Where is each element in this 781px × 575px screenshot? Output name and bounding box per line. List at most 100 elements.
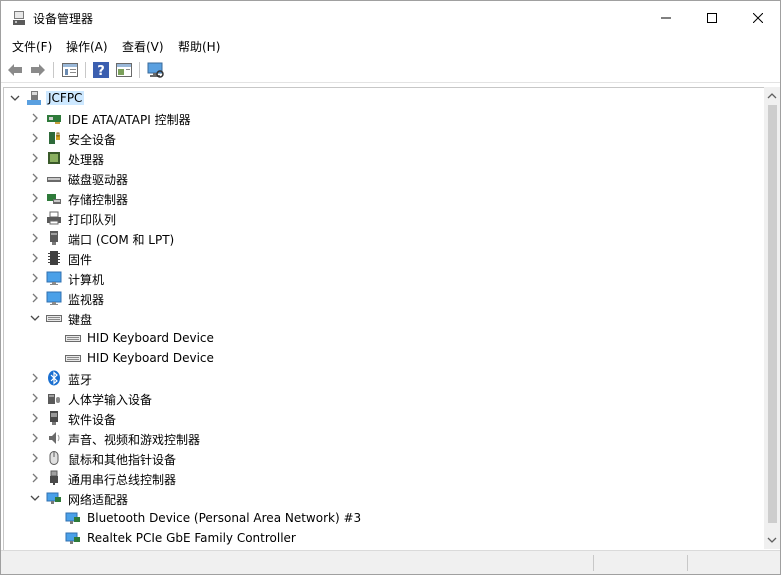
- tree-item-computer[interactable]: 计算机: [4, 268, 764, 288]
- tree-item-firmware[interactable]: 固件: [4, 248, 764, 268]
- chevron-right-icon[interactable]: [30, 213, 40, 223]
- tree-item-storage[interactable]: 存储控制器: [4, 188, 764, 208]
- chevron-right-icon[interactable]: [30, 393, 40, 403]
- status-bar: [1, 550, 780, 574]
- root-label[interactable]: JCFPC: [46, 91, 85, 105]
- tree-item-monitor[interactable]: 监视器: [4, 288, 764, 308]
- properties-pane-icon[interactable]: [61, 61, 79, 79]
- title-bar[interactable]: 设备管理器: [1, 1, 780, 34]
- tree-item-label: 人体学输入设备: [68, 393, 153, 407]
- help-icon[interactable]: ?: [92, 61, 110, 79]
- tree-item-printer[interactable]: 打印队列: [4, 208, 764, 228]
- minimize-icon: [661, 17, 671, 18]
- chevron-right-icon[interactable]: [30, 453, 40, 463]
- menu-file[interactable]: 文件(F): [12, 38, 52, 55]
- tree-root[interactable]: JCFPC: [4, 88, 764, 108]
- tree-child-keyboard-1[interactable]: HID Keyboard Device: [4, 328, 764, 348]
- device-tree[interactable]: JCFPC IDE ATA/ATAPI 控制器 安全设备 处理器 磁盘驱动器 存…: [3, 87, 764, 551]
- vertical-scrollbar[interactable]: [764, 87, 780, 549]
- chevron-right-icon[interactable]: [30, 293, 40, 303]
- menu-bar: 文件(F) 操作(A) 查看(V) 帮助(H): [1, 35, 780, 57]
- window-title: 设备管理器: [33, 12, 94, 26]
- tree-child-label: Bluetooth Device (Personal Area Network)…: [87, 511, 362, 525]
- tree-item-mouse[interactable]: 鼠标和其他指针设备: [4, 448, 764, 468]
- chevron-right-icon[interactable]: [30, 413, 40, 423]
- tree-item-security[interactable]: 安全设备: [4, 128, 764, 148]
- chevron-down-icon[interactable]: [30, 313, 40, 323]
- toolbar-separator: [85, 62, 86, 78]
- tree-item-label: 磁盘驱动器: [68, 173, 129, 187]
- forward-arrow-icon[interactable]: [29, 61, 47, 79]
- chevron-down-icon[interactable]: [10, 93, 20, 103]
- chevron-right-icon[interactable]: [30, 193, 40, 203]
- chevron-right-icon[interactable]: [30, 233, 40, 243]
- minimize-button[interactable]: [643, 1, 689, 34]
- tree-item-sound[interactable]: 声音、视频和游戏控制器: [4, 428, 764, 448]
- tree-child-label: Realtek PCIe GbE Family Controller: [87, 531, 296, 545]
- chevron-right-icon[interactable]: [30, 373, 40, 383]
- tree-item-port[interactable]: 端口 (COM 和 LPT): [4, 228, 764, 248]
- tree-item-label: 网络适配器: [68, 493, 129, 507]
- tree-child-label: HID Keyboard Device: [87, 331, 214, 345]
- chevron-right-icon[interactable]: [30, 253, 40, 263]
- maximize-button[interactable]: [689, 1, 735, 34]
- network-adapter-icon: [65, 532, 80, 544]
- tree-item-label: 声音、视频和游戏控制器: [68, 433, 201, 447]
- scan-view-icon[interactable]: [115, 61, 133, 79]
- security-device-icon: [49, 132, 60, 144]
- tree-item-processor[interactable]: 处理器: [4, 148, 764, 168]
- menu-action[interactable]: 操作(A): [66, 38, 108, 55]
- tree-item-label: 打印队列: [68, 213, 117, 227]
- status-divider: [687, 555, 688, 571]
- tree-child-network-2[interactable]: Realtek PCIe GbE Family Controller: [4, 528, 764, 548]
- chevron-right-icon[interactable]: [30, 433, 40, 443]
- scroll-up-icon[interactable]: [767, 92, 777, 100]
- chevron-right-icon[interactable]: [30, 153, 40, 163]
- tree-item-bluetooth[interactable]: 蓝牙: [4, 368, 764, 388]
- maximize-icon: [707, 12, 717, 23]
- disk-drive-icon: [47, 177, 61, 182]
- tree-item-label: 蓝牙: [68, 373, 93, 387]
- menu-help[interactable]: 帮助(H): [178, 38, 220, 55]
- network-adapter-icon: [65, 512, 80, 524]
- computer-icon: [46, 271, 62, 285]
- chevron-right-icon[interactable]: [30, 273, 40, 283]
- back-arrow-icon[interactable]: [6, 61, 24, 79]
- chevron-right-icon[interactable]: [30, 173, 40, 183]
- tree-child-keyboard-2[interactable]: HID Keyboard Device: [4, 348, 764, 368]
- tree-item-keyboard[interactable]: 键盘: [4, 308, 764, 328]
- tree-item-label: 软件设备: [68, 413, 117, 427]
- tree-item-label: 通用串行总线控制器: [68, 473, 177, 487]
- speaker-icon: [49, 432, 60, 444]
- monitor-icon: [46, 291, 62, 305]
- scrollbar-thumb[interactable]: [768, 105, 777, 523]
- menu-view[interactable]: 查看(V): [122, 38, 164, 55]
- ide-controller-icon: [47, 115, 61, 124]
- tree-item-usb[interactable]: 通用串行总线控制器: [4, 468, 764, 488]
- tree-item-software[interactable]: 软件设备: [4, 408, 764, 428]
- chevron-right-icon[interactable]: [30, 133, 40, 143]
- scroll-down-icon[interactable]: [767, 536, 777, 544]
- toolbar-separator: [53, 62, 54, 78]
- tree-child-label: HID Keyboard Device: [87, 351, 214, 365]
- software-device-icon: [50, 411, 58, 425]
- tree-item-hid[interactable]: 人体学输入设备: [4, 388, 764, 408]
- tree-item-disk[interactable]: 磁盘驱动器: [4, 168, 764, 188]
- computer-root-icon: [27, 91, 41, 105]
- tree-item-label: 固件: [68, 253, 93, 267]
- chevron-down-icon[interactable]: [30, 493, 40, 503]
- close-icon: [753, 12, 763, 23]
- monitor-scan-icon[interactable]: [146, 61, 164, 79]
- hid-icon: [48, 394, 60, 404]
- close-button[interactable]: [735, 1, 780, 34]
- tree-item-network[interactable]: 网络适配器: [4, 488, 764, 508]
- keyboard-icon: [65, 335, 81, 342]
- chevron-right-icon[interactable]: [30, 113, 40, 123]
- bluetooth-icon: [48, 370, 60, 386]
- device-manager-icon: [13, 11, 25, 25]
- chevron-right-icon[interactable]: [30, 473, 40, 483]
- keyboard-icon: [46, 315, 62, 322]
- tree-item-label: 计算机: [68, 273, 105, 287]
- tree-item-ide[interactable]: IDE ATA/ATAPI 控制器: [4, 108, 764, 128]
- tree-child-network-1[interactable]: Bluetooth Device (Personal Area Network)…: [4, 508, 764, 528]
